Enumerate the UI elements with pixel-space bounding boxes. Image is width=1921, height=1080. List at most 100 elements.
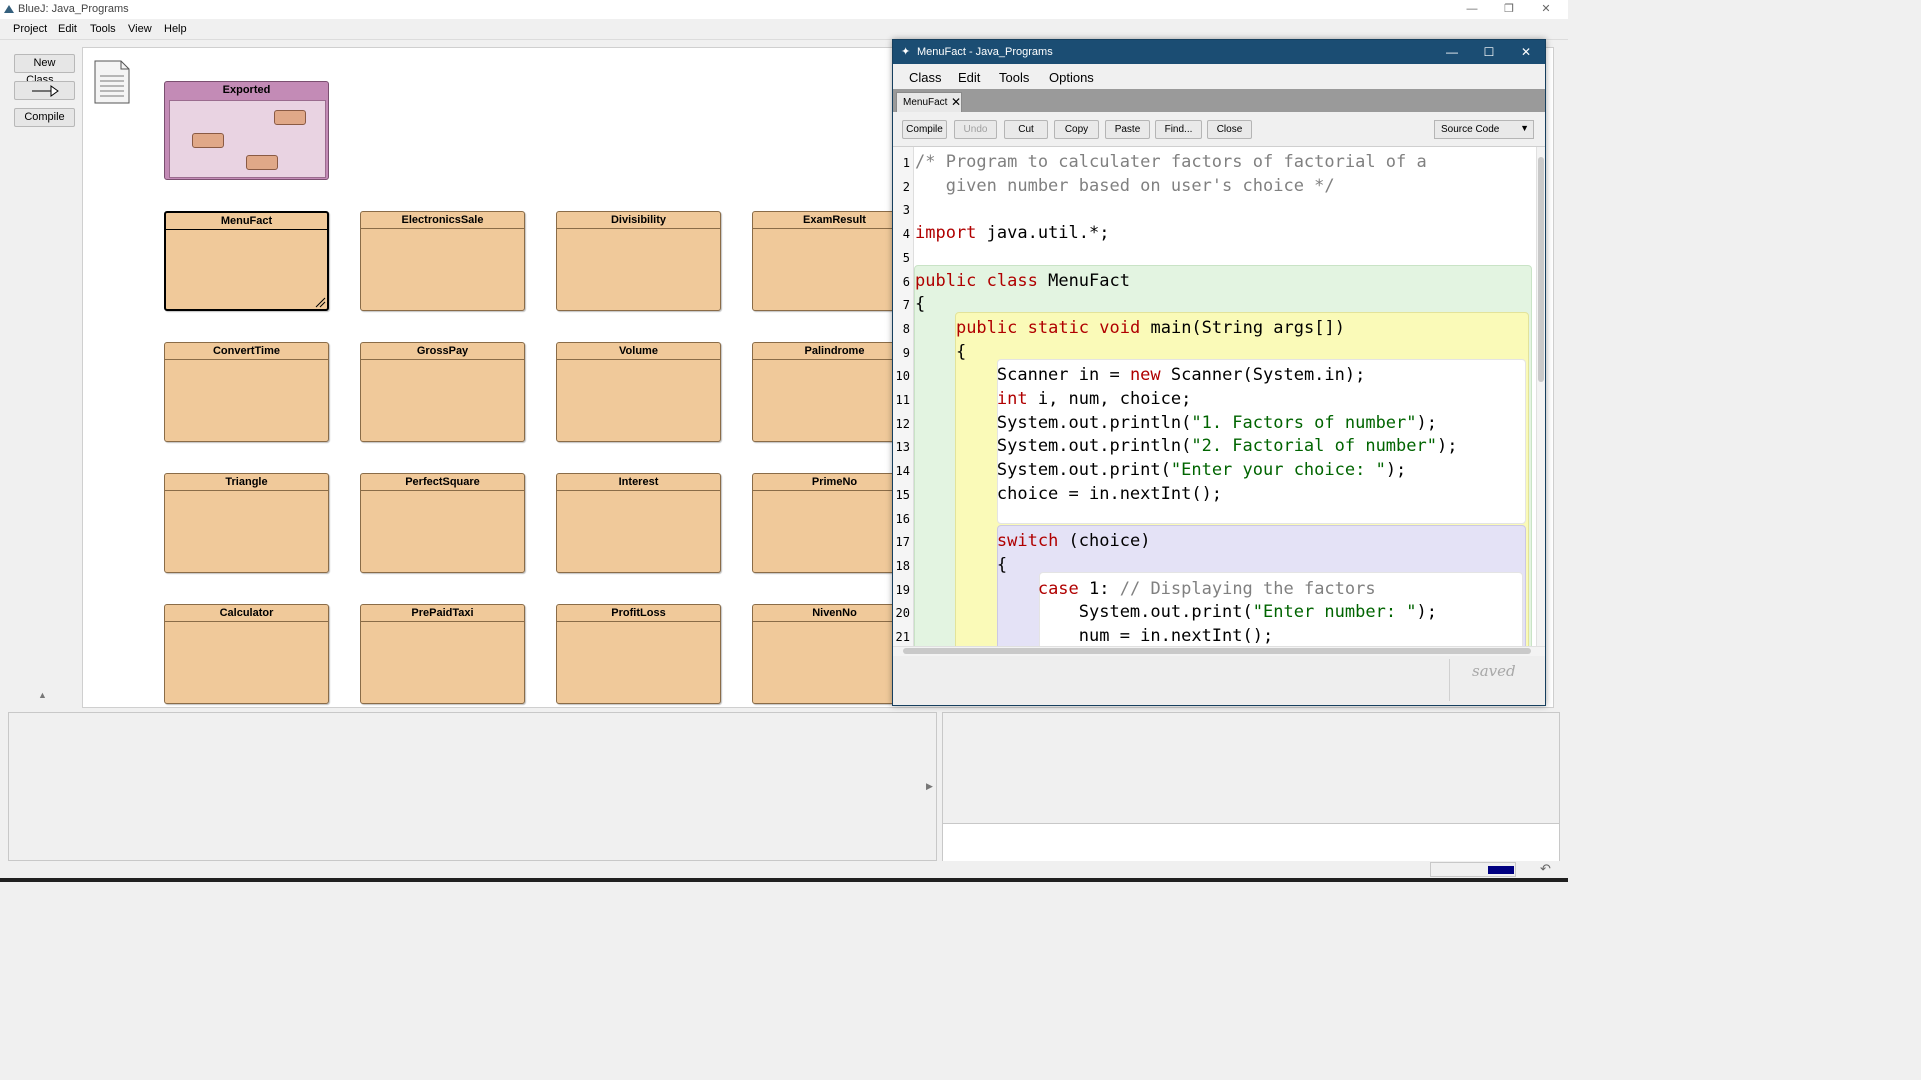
copy-button[interactable]: Copy xyxy=(1054,120,1099,139)
code-line: System.out.println("2. Factorial of numb… xyxy=(915,436,1458,457)
editor-menu-class[interactable]: Class xyxy=(909,70,942,85)
line-number: 19 xyxy=(895,582,910,597)
class-divisibility[interactable]: Divisibility xyxy=(556,211,721,311)
editor-window-title: MenuFact - Java_Programs xyxy=(917,46,1053,58)
class-interest[interactable]: Interest xyxy=(556,473,721,573)
line-number: 7 xyxy=(902,298,910,313)
tab-menufact[interactable]: MenuFact ✕ xyxy=(896,92,962,112)
package-name: Exported xyxy=(222,84,271,96)
editor-maximize-button[interactable]: ☐ xyxy=(1472,43,1506,61)
class-triangle[interactable]: Triangle xyxy=(164,473,329,573)
editor-minimize-button[interactable]: — xyxy=(1435,43,1469,61)
code-line: { xyxy=(915,294,926,315)
line-number: 1 xyxy=(902,156,910,170)
package-mini-class xyxy=(274,110,306,125)
horizontal-scroll-thumb[interactable] xyxy=(903,648,1531,654)
class-electronicssale[interactable]: ElectronicsSale xyxy=(360,211,525,311)
minimize-button[interactable]: — xyxy=(1454,1,1490,17)
menu-edit[interactable]: Edit xyxy=(58,23,77,35)
class-name: Calculator xyxy=(165,605,328,622)
package-exported[interactable]: Exported xyxy=(164,81,329,180)
saved-status: saved xyxy=(1472,662,1516,680)
status-divider xyxy=(1449,659,1450,701)
cut-button[interactable]: Cut xyxy=(1004,120,1048,139)
object-bench[interactable]: ▶ xyxy=(8,712,937,861)
window-bottom-edge xyxy=(0,878,1568,882)
line-number: 18 xyxy=(895,558,910,573)
tab-close-icon[interactable]: ✕ xyxy=(951,95,961,109)
code-line: import java.util.*; xyxy=(915,223,1110,244)
class-perfectsquare[interactable]: PerfectSquare xyxy=(360,473,525,573)
code-editor[interactable]: 1 2 3 4 5 6 7 8 9 10 11 12 13 14 15 16 17 18 19 20 21 /* Pro… xyxy=(893,146,1545,647)
menu-tools[interactable]: Tools xyxy=(90,23,116,35)
resize-handle-icon[interactable] xyxy=(314,296,326,308)
vertical-scroll-thumb[interactable] xyxy=(1538,157,1544,382)
menu-help[interactable]: Help xyxy=(164,23,187,35)
code-line: Scanner in = new Scanner(System.in); xyxy=(915,365,1366,386)
editor-menu-edit[interactable]: Edit xyxy=(958,70,980,85)
line-number: 3 xyxy=(902,203,910,218)
chevron-down-icon: ▼ xyxy=(1520,123,1529,133)
class-name: PerfectSquare xyxy=(361,474,524,491)
line-number: 9 xyxy=(902,345,910,360)
line-number: 14 xyxy=(895,464,910,479)
code-line: { xyxy=(915,341,967,362)
class-menufact[interactable]: MenuFact xyxy=(164,211,329,311)
readme-note-icon[interactable] xyxy=(94,60,130,104)
new-class-button[interactable]: New Class... xyxy=(14,54,75,86)
new-inheritance-arrow-button[interactable] xyxy=(14,81,75,100)
restore-button[interactable]: ❐ xyxy=(1491,1,1527,17)
arrow-icon xyxy=(31,85,59,97)
paste-button[interactable]: Paste xyxy=(1105,120,1150,139)
code-line: switch (choice) xyxy=(996,531,1151,552)
progress-bar xyxy=(1488,866,1514,874)
line-number: 6 xyxy=(902,274,910,289)
editor-close-text-button[interactable]: Close xyxy=(1207,120,1252,139)
menu-view[interactable]: View xyxy=(128,23,152,35)
code-line: System.out.println("1. Factors of number… xyxy=(915,412,1437,433)
expand-right-icon[interactable]: ▶ xyxy=(926,781,933,792)
class-grosspay[interactable]: GrossPay xyxy=(360,342,525,442)
menu-project[interactable]: Project xyxy=(13,23,47,35)
reset-vm-icon[interactable]: ↶ xyxy=(1540,861,1551,877)
class-name: ElectronicsSale xyxy=(361,212,524,229)
codepad-input[interactable] xyxy=(943,823,1559,861)
line-number: 16 xyxy=(895,511,910,526)
view-mode-select[interactable]: Source Code ▼ xyxy=(1434,120,1534,139)
package-contents xyxy=(169,100,326,178)
bluej-app-icon xyxy=(4,5,14,13)
class-name: ConvertTime xyxy=(165,343,328,360)
class-profitloss[interactable]: ProfitLoss xyxy=(556,604,721,704)
view-mode-value: Source Code xyxy=(1441,124,1500,135)
editor-tab-strip: MenuFact ✕ xyxy=(893,89,1545,112)
editor-menu-tools[interactable]: Tools xyxy=(999,70,1029,85)
editor-menu-options[interactable]: Options xyxy=(1049,70,1094,85)
undo-button[interactable]: Undo xyxy=(954,120,997,139)
class-converttime[interactable]: ConvertTime xyxy=(164,342,329,442)
expand-up-icon[interactable]: ▲ xyxy=(38,690,47,700)
find-button[interactable]: Find... xyxy=(1155,120,1202,139)
code-line: int i, num, choice; xyxy=(996,389,1192,409)
class-name: Volume xyxy=(557,343,720,360)
class-volume[interactable]: Volume xyxy=(556,342,721,442)
class-calculator[interactable]: Calculator xyxy=(164,604,329,704)
line-number: 8 xyxy=(902,321,910,336)
compile-button[interactable]: Compile xyxy=(14,108,75,127)
class-name: GrossPay xyxy=(361,343,524,360)
line-number: 5 xyxy=(902,250,910,265)
editor-status-area: saved xyxy=(893,656,1545,705)
class-name: PrePaidTaxi xyxy=(361,605,524,622)
class-prepaidtaxi[interactable]: PrePaidTaxi xyxy=(360,604,525,704)
vertical-scrollbar[interactable] xyxy=(1536,147,1545,647)
editor-close-button[interactable]: ✕ xyxy=(1509,43,1543,61)
line-number: 17 xyxy=(895,535,910,550)
main-menu-bar: Project Edit Tools View Help xyxy=(0,19,1568,40)
horizontal-scrollbar[interactable] xyxy=(893,646,1545,656)
bluej-editor-icon: ✦ xyxy=(901,46,911,58)
line-number: 10 xyxy=(895,369,910,384)
editor-compile-button[interactable]: Compile xyxy=(902,120,947,139)
line-number: 11 xyxy=(895,393,910,407)
editor-menu-bar: Class Edit Tools Options xyxy=(893,64,1545,89)
line-number: 12 xyxy=(895,416,910,431)
close-button[interactable]: ✕ xyxy=(1528,1,1564,17)
